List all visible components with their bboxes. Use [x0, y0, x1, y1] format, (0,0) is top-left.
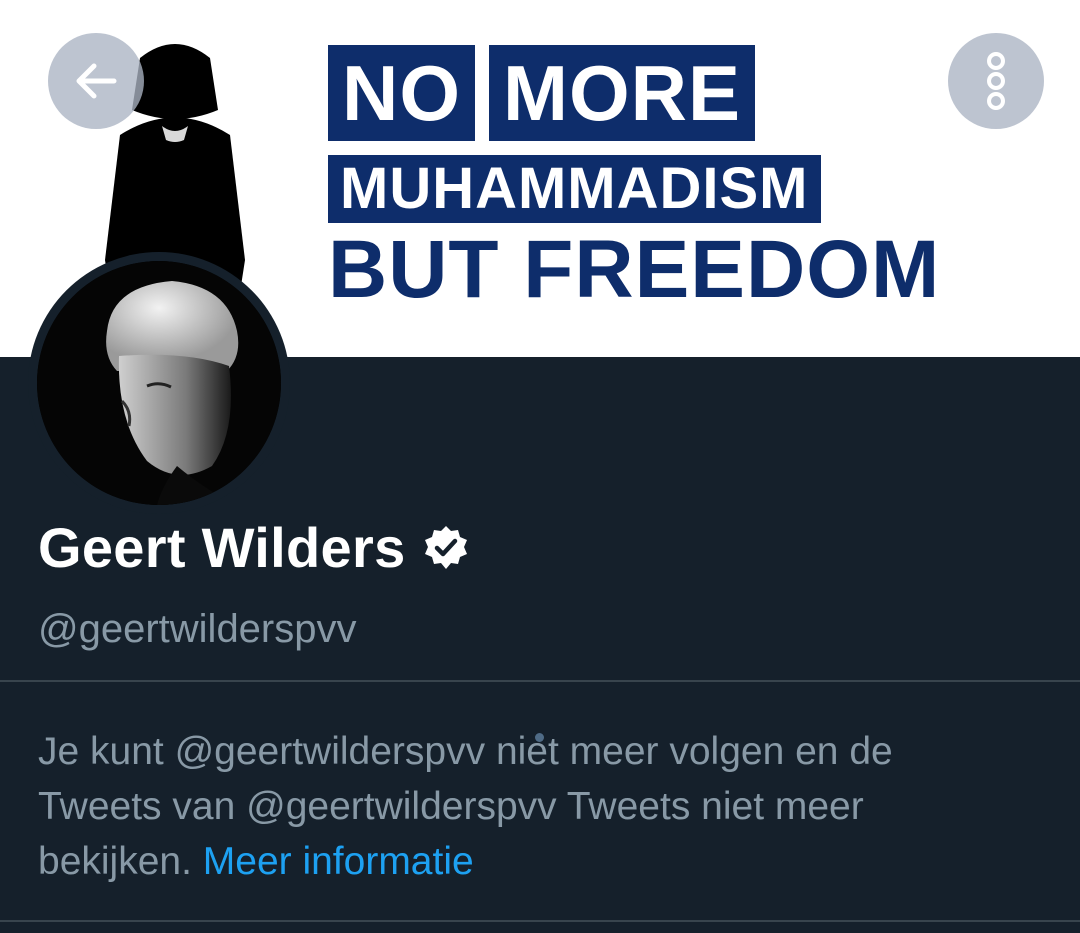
more-options-button[interactable] — [948, 33, 1044, 129]
withheld-notice: Je kunt @geertwilderspvv niet meer volge… — [38, 724, 998, 889]
verified-badge-icon — [424, 525, 467, 569]
banner-word-more: MORE — [489, 45, 755, 141]
banner-slogan: NO MORE MUHAMMADISM BUT FREEDOM — [328, 45, 1008, 311]
banner-word-no: NO — [328, 45, 475, 141]
touch-indicator-dot — [535, 733, 544, 742]
avatar-photo — [37, 261, 281, 505]
more-info-link[interactable]: Meer informatie — [203, 840, 474, 883]
divider — [0, 680, 1080, 682]
banner-line-but-freedom: BUT FREEDOM — [328, 224, 941, 315]
profile-name-row: Geert Wilders — [38, 515, 470, 580]
profile-avatar[interactable] — [28, 252, 290, 514]
arrow-left-icon — [76, 63, 117, 99]
back-button[interactable] — [48, 33, 144, 129]
profile-name: Geert Wilders — [38, 516, 406, 579]
banner-line-muhammadism: MUHAMMADISM — [328, 155, 821, 223]
more-vertical-icon — [987, 52, 1005, 110]
profile-handle: @geertwilderspvv — [38, 607, 357, 651]
divider — [0, 920, 1080, 922]
